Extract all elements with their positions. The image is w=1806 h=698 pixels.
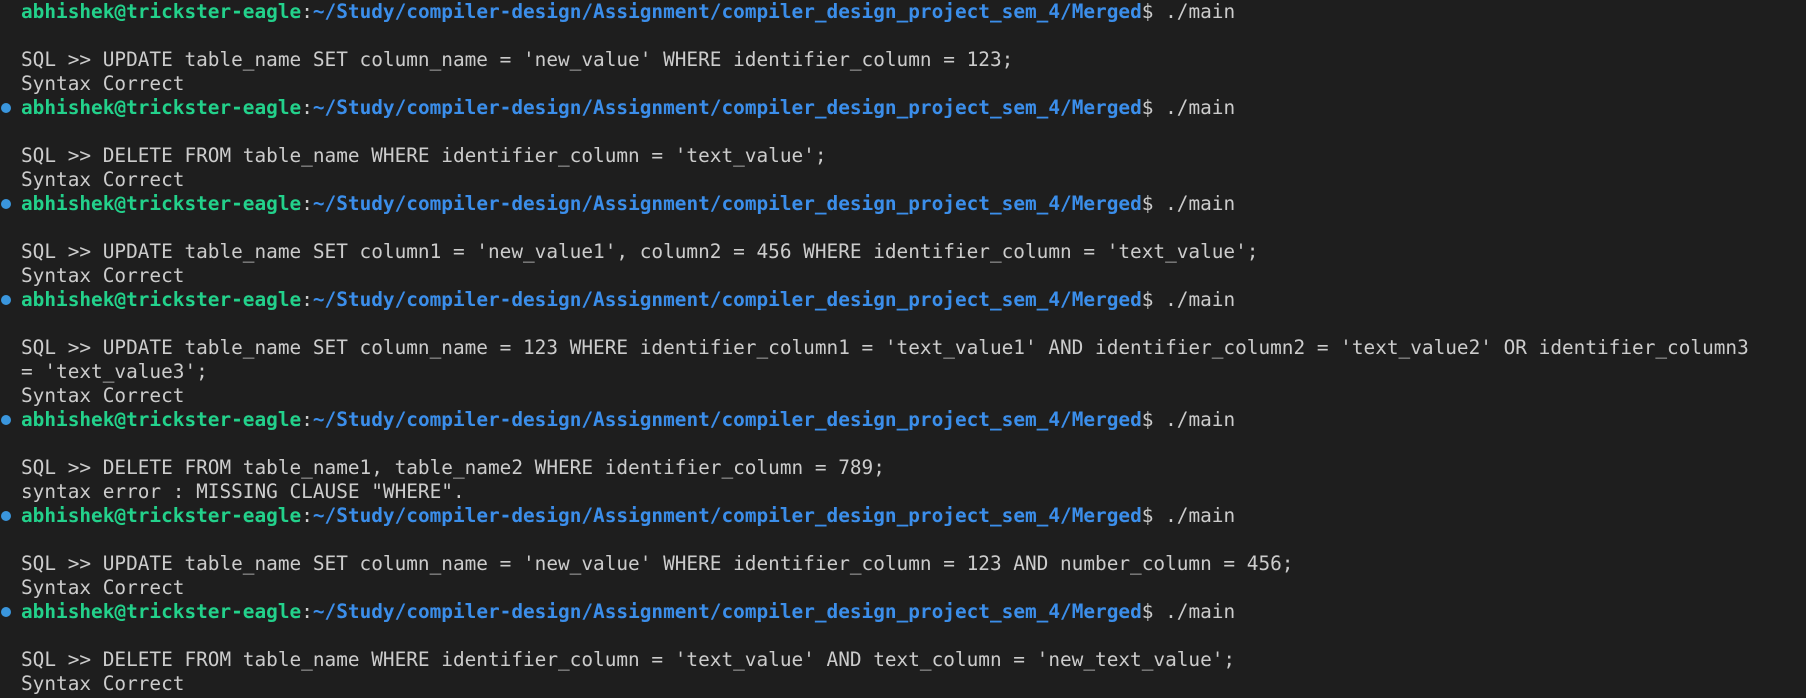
command-decoration-dot-icon[interactable] (1, 511, 11, 521)
sql-input-line: SQL >> DELETE FROM table_name WHERE iden… (21, 648, 1236, 671)
parser-output-line: Syntax Correct (21, 72, 185, 95)
prompt-colon: : (301, 600, 313, 623)
prompt-line: abhishek@trickster-eagle:~/Study/compile… (0, 0, 1806, 24)
prompt-command: $ ./main (1141, 600, 1236, 623)
prompt-user-host: abhishek@trickster-eagle (21, 408, 302, 431)
prompt-user-host: abhishek@trickster-eagle (21, 288, 302, 311)
sql-input-line: SQL >> DELETE FROM table_name WHERE iden… (21, 144, 827, 167)
prompt-path: ~/Study/compiler-design/Assignment/compi… (312, 600, 1142, 623)
parser-output-line: Syntax Correct (21, 672, 185, 695)
prompt-path: ~/Study/compiler-design/Assignment/compi… (312, 504, 1142, 527)
prompt-user-host: abhishek@trickster-eagle (21, 0, 302, 23)
sql-input-line: SQL >> UPDATE table_name SET column_name… (21, 552, 1294, 575)
prompt-path: ~/Study/compiler-design/Assignment/compi… (312, 408, 1142, 431)
prompt-line: abhishek@trickster-eagle:~/Study/compile… (0, 192, 1806, 216)
sql-input-line: SQL >> UPDATE table_name SET column_name… (21, 336, 1749, 359)
prompt-command: $ ./main (1141, 408, 1236, 431)
prompt-colon: : (301, 96, 313, 119)
command-decoration-dot-icon[interactable] (1, 295, 11, 305)
prompt-colon: : (301, 408, 313, 431)
prompt-command: $ ./main (1141, 288, 1236, 311)
prompt-command: $ ./main (1141, 0, 1236, 23)
sql-input-line: SQL >> UPDATE table_name SET column_name… (21, 48, 1014, 71)
prompt-colon: : (301, 288, 313, 311)
parser-output-line: Syntax Correct (21, 168, 185, 191)
prompt-colon: : (301, 192, 313, 215)
parser-output-line: Syntax Correct (21, 264, 185, 287)
prompt-user-host: abhishek@trickster-eagle (21, 192, 302, 215)
parser-output-line: syntax error : MISSING CLAUSE "WHERE". (21, 480, 465, 503)
prompt-line: abhishek@trickster-eagle:~/Study/compile… (0, 600, 1806, 624)
parser-output-line: Syntax Correct (21, 576, 185, 599)
prompt-user-host: abhishek@trickster-eagle (21, 600, 302, 623)
command-decoration-dot-icon[interactable] (1, 607, 11, 617)
prompt-command: $ ./main (1141, 96, 1236, 119)
parser-output-line: Syntax Correct (21, 384, 185, 407)
prompt-line: abhishek@trickster-eagle:~/Study/compile… (0, 408, 1806, 432)
prompt-line: abhishek@trickster-eagle:~/Study/compile… (0, 96, 1806, 120)
prompt-path: ~/Study/compiler-design/Assignment/compi… (312, 192, 1142, 215)
prompt-path: ~/Study/compiler-design/Assignment/compi… (312, 288, 1142, 311)
prompt-path: ~/Study/compiler-design/Assignment/compi… (312, 0, 1142, 23)
prompt-command: $ ./main (1141, 504, 1236, 527)
prompt-line: abhishek@trickster-eagle:~/Study/compile… (0, 504, 1806, 528)
prompt-colon: : (301, 504, 313, 527)
prompt-user-host: abhishek@trickster-eagle (21, 504, 302, 527)
prompt-command: $ ./main (1141, 192, 1236, 215)
sql-input-continuation: = 'text_value3'; (21, 360, 208, 383)
command-decoration-dot-icon[interactable] (1, 415, 11, 425)
prompt-line: abhishek@trickster-eagle:~/Study/compile… (0, 288, 1806, 312)
prompt-colon: : (301, 0, 313, 23)
command-decoration-dot-icon[interactable] (1, 103, 11, 113)
prompt-user-host: abhishek@trickster-eagle (21, 96, 302, 119)
terminal-window[interactable]: abhishek@trickster-eagle:~/Study/compile… (0, 0, 1806, 698)
command-decoration-dot-icon[interactable] (1, 199, 11, 209)
prompt-path: ~/Study/compiler-design/Assignment/compi… (312, 96, 1142, 119)
sql-input-line: SQL >> DELETE FROM table_name1, table_na… (21, 456, 885, 479)
sql-input-line: SQL >> UPDATE table_name SET column1 = '… (21, 240, 1259, 263)
